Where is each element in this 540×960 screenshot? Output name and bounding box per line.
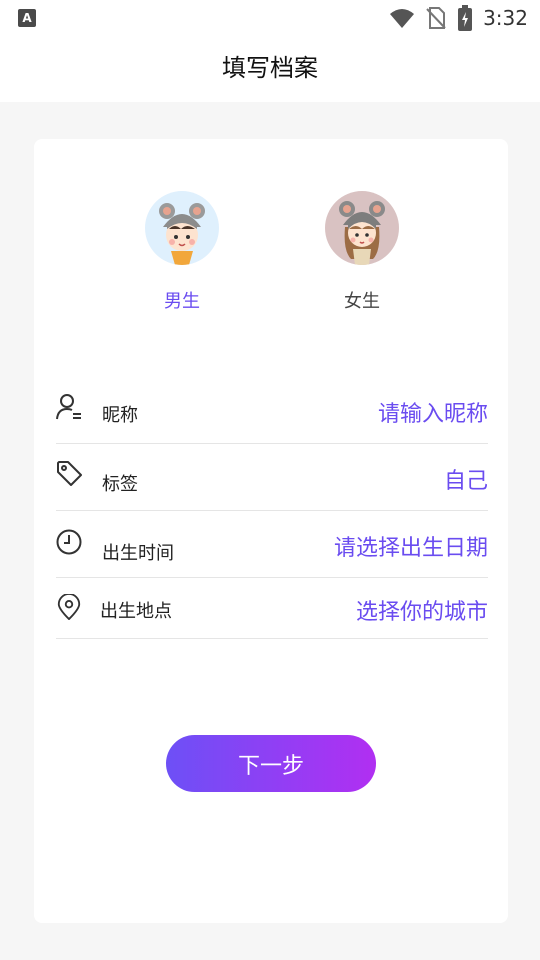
- nickname-input[interactable]: 请输入昵称: [378, 396, 488, 428]
- tag-row[interactable]: 标签 自己: [56, 444, 488, 511]
- gender-option-female[interactable]: 女生: [302, 191, 422, 313]
- status-bar: A 3:32: [0, 0, 540, 36]
- clock-icon: [56, 529, 82, 555]
- page-title: 填写档案: [222, 54, 318, 82]
- nickname-row[interactable]: 昵称 请输入昵称: [56, 377, 488, 444]
- app-notification-icon: A: [18, 9, 36, 27]
- female-label: 女生: [344, 291, 380, 312]
- birth-place-row[interactable]: 出生地点 选择你的城市: [56, 578, 488, 639]
- wifi-icon: [390, 9, 415, 28]
- male-avatar: [145, 191, 219, 265]
- profile-card: 男生 女生 昵称 请输入昵称 标签 自己 出生时间 请选择出生日期 出生地点 选…: [34, 139, 508, 923]
- tag-value[interactable]: 自己: [444, 463, 488, 495]
- tag-label: 标签: [102, 474, 138, 495]
- male-label: 男生: [164, 291, 200, 312]
- nickname-label: 昵称: [102, 405, 138, 426]
- no-sim-icon: [426, 7, 446, 29]
- tag-icon: [57, 461, 82, 486]
- birth-place-label: 出生地点: [100, 601, 172, 622]
- city-picker[interactable]: 选择你的城市: [356, 594, 488, 626]
- location-pin-icon: [57, 594, 81, 620]
- next-button[interactable]: 下一步: [166, 735, 376, 792]
- user-list-icon: [56, 394, 81, 420]
- battery-charging-icon: [458, 5, 473, 31]
- gender-option-male[interactable]: 男生: [122, 191, 242, 313]
- birth-date-picker[interactable]: 请选择出生日期: [334, 530, 488, 562]
- header: 填写档案: [0, 36, 540, 102]
- status-time: 3:32: [483, 6, 528, 30]
- status-icons: 3:32: [389, 4, 528, 32]
- female-avatar: [325, 191, 399, 265]
- birth-time-row[interactable]: 出生时间 请选择出生日期: [56, 511, 488, 578]
- birth-time-label: 出生时间: [102, 543, 174, 564]
